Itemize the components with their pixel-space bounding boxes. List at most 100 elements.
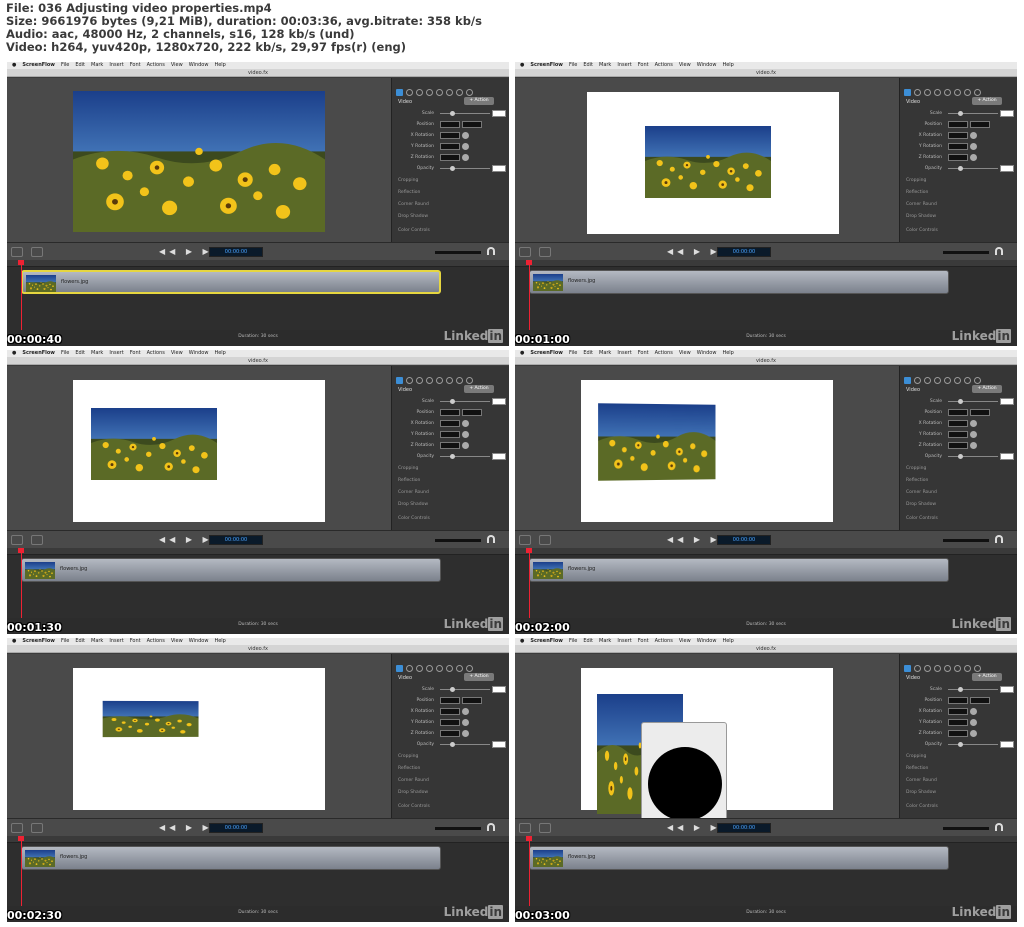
annotations-icon[interactable]	[446, 665, 453, 672]
scale-value[interactable]	[1000, 110, 1014, 117]
menu-item[interactable]: Mark	[91, 62, 103, 68]
headphones-icon[interactable]	[995, 535, 1003, 543]
menu-item-app[interactable]: ScreenFlow	[530, 62, 563, 68]
opacity-value[interactable]	[492, 453, 506, 460]
z-rotation-knob[interactable]	[970, 442, 977, 449]
callout-icon[interactable]	[934, 89, 941, 96]
playhead[interactable]	[18, 836, 24, 906]
drop-shadow-section[interactable]: Drop Shadow	[398, 214, 428, 219]
flowers-image[interactable]	[73, 91, 325, 232]
position-y-field[interactable]	[970, 409, 990, 416]
add-action-button[interactable]: + Action	[464, 673, 494, 681]
menu-item[interactable]: Mark	[91, 350, 103, 356]
y-rotation-knob[interactable]	[970, 719, 977, 726]
drop-shadow-section[interactable]: Drop Shadow	[906, 790, 936, 795]
audio-properties-icon[interactable]	[406, 377, 413, 384]
scale-slider[interactable]	[948, 399, 998, 404]
menu-item[interactable]: Help	[722, 62, 733, 68]
apple-menu-icon[interactable]: ●	[520, 350, 524, 356]
audio-properties-icon[interactable]	[914, 377, 921, 384]
position-x-field[interactable]	[440, 697, 460, 704]
volume-slider[interactable]	[435, 827, 481, 830]
z-rotation-field[interactable]	[948, 442, 968, 449]
x-rotation-knob[interactable]	[462, 420, 469, 427]
crop-tool-button[interactable]	[31, 823, 43, 833]
flowers-image[interactable]	[645, 126, 771, 198]
drop-shadow-section[interactable]: Drop Shadow	[398, 502, 428, 507]
callout-icon[interactable]	[934, 377, 941, 384]
volume-slider[interactable]	[943, 251, 989, 254]
position-y-field[interactable]	[462, 409, 482, 416]
menu-item[interactable]: Edit	[583, 62, 593, 68]
z-rotation-field[interactable]	[948, 730, 968, 737]
scale-slider[interactable]	[440, 687, 490, 692]
screen-recording-icon[interactable]	[416, 377, 423, 384]
snap-toggle-button[interactable]	[11, 247, 23, 257]
y-rotation-knob[interactable]	[970, 143, 977, 150]
menu-item[interactable]: Insert	[617, 350, 631, 356]
x-rotation-field[interactable]	[948, 420, 968, 427]
reflection-section[interactable]: Reflection	[906, 190, 928, 195]
menu-item[interactable]: Actions	[147, 350, 165, 356]
video-properties-icon[interactable]	[396, 377, 403, 384]
menu-item[interactable]: Help	[722, 638, 733, 644]
video-properties-icon[interactable]	[904, 377, 911, 384]
text-icon[interactable]	[964, 89, 971, 96]
color-controls-section[interactable]: Color Controls	[398, 516, 430, 521]
scale-value[interactable]	[1000, 686, 1014, 693]
timeline-ruler[interactable]	[7, 260, 509, 267]
color-controls-section[interactable]: Color Controls	[906, 516, 938, 521]
scale-slider[interactable]	[948, 687, 998, 692]
color-wheel[interactable]	[648, 747, 722, 821]
flowers-image[interactable]	[598, 403, 716, 481]
x-rotation-field[interactable]	[440, 420, 460, 427]
flowers-image[interactable]	[91, 408, 217, 480]
headphones-icon[interactable]	[487, 823, 495, 831]
color-controls-section[interactable]: Color Controls	[906, 804, 938, 809]
touch-callout-icon[interactable]	[944, 665, 951, 672]
audio-properties-icon[interactable]	[914, 89, 921, 96]
text-icon[interactable]	[456, 89, 463, 96]
touch-callout-icon[interactable]	[436, 377, 443, 384]
headphones-icon[interactable]	[995, 823, 1003, 831]
z-rotation-knob[interactable]	[462, 730, 469, 737]
x-rotation-knob[interactable]	[462, 708, 469, 715]
callout-icon[interactable]	[426, 89, 433, 96]
snap-toggle-button[interactable]	[11, 823, 23, 833]
menu-item[interactable]: Insert	[109, 62, 123, 68]
menu-item[interactable]: Mark	[599, 638, 611, 644]
position-x-field[interactable]	[948, 121, 968, 128]
menu-item[interactable]: View	[171, 62, 183, 68]
scale-value[interactable]	[1000, 398, 1014, 405]
canvas-area[interactable]	[515, 78, 899, 242]
timeline-clip[interactable]: flowers.jpg	[21, 558, 441, 582]
opacity-slider[interactable]	[440, 454, 490, 459]
menu-item[interactable]: Window	[697, 62, 717, 68]
timeline-clip[interactable]: flowers.jpg	[529, 270, 949, 294]
callout-icon[interactable]	[426, 377, 433, 384]
position-x-field[interactable]	[948, 409, 968, 416]
x-rotation-field[interactable]	[440, 132, 460, 139]
menu-item[interactable]: Help	[214, 62, 225, 68]
media-library-icon[interactable]	[466, 89, 473, 96]
position-x-field[interactable]	[440, 121, 460, 128]
position-x-field[interactable]	[948, 697, 968, 704]
y-rotation-field[interactable]	[948, 431, 968, 438]
screen-recording-icon[interactable]	[924, 89, 931, 96]
corner-round-section[interactable]: Corner Round	[398, 202, 429, 207]
opacity-value[interactable]	[1000, 741, 1014, 748]
snap-toggle-button[interactable]	[11, 535, 23, 545]
position-y-field[interactable]	[462, 121, 482, 128]
callout-icon[interactable]	[934, 665, 941, 672]
x-rotation-field[interactable]	[440, 708, 460, 715]
menu-item[interactable]: Edit	[583, 638, 593, 644]
menu-item[interactable]: File	[569, 62, 577, 68]
screen-recording-icon[interactable]	[924, 665, 931, 672]
volume-slider[interactable]	[435, 539, 481, 542]
menu-item[interactable]: Edit	[75, 350, 85, 356]
add-action-button[interactable]: + Action	[464, 97, 494, 105]
annotations-icon[interactable]	[446, 377, 453, 384]
menu-item-app[interactable]: ScreenFlow	[530, 350, 563, 356]
menu-item[interactable]: View	[679, 62, 691, 68]
color-controls-section[interactable]: Color Controls	[398, 228, 430, 233]
